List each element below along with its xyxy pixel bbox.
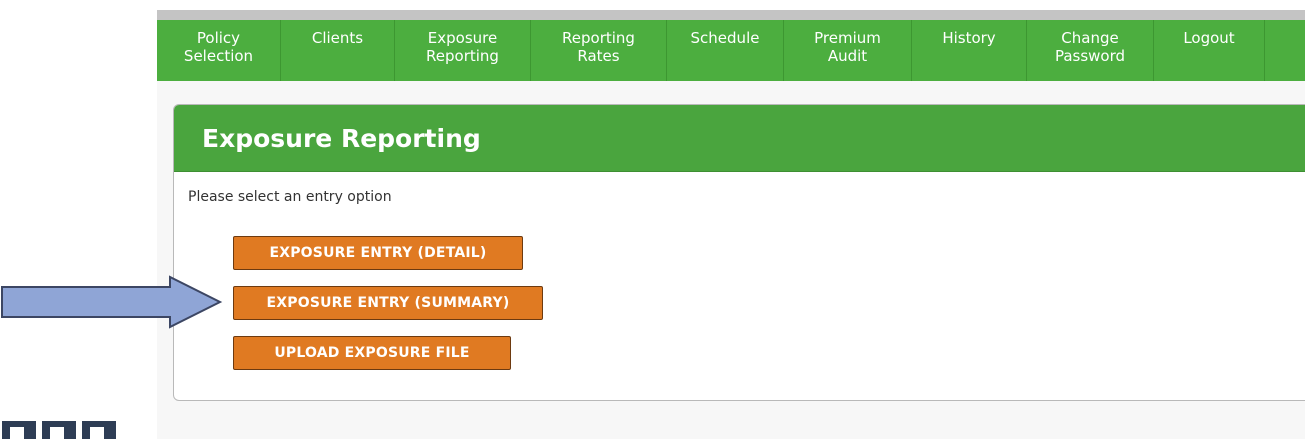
logo-fragment xyxy=(0,415,140,439)
nav-item-schedule[interactable]: Schedule xyxy=(667,20,784,81)
page-title: Exposure Reporting xyxy=(202,123,481,153)
nav-item-clients[interactable]: Clients xyxy=(281,20,395,81)
upload-exposure-file-button[interactable]: UPLOAD EXPOSURE FILE xyxy=(233,336,511,370)
exposure-entry-summary-button[interactable]: EXPOSURE ENTRY (SUMMARY) xyxy=(233,286,543,320)
nav-item-change-password[interactable]: Change Password xyxy=(1027,20,1154,81)
right-arrow-icon xyxy=(1,275,223,329)
exposure-entry-detail-button[interactable]: EXPOSURE ENTRY (DETAIL) xyxy=(233,236,523,270)
nav-item-logout[interactable]: Logout xyxy=(1154,20,1265,81)
nav-item-history[interactable]: History xyxy=(912,20,1027,81)
top-gray-bar xyxy=(157,10,1305,20)
nav-item-policy-selection[interactable]: Policy Selection xyxy=(157,20,281,81)
app-window: Policy Selection Clients Exposure Report… xyxy=(157,20,1305,439)
exposure-reporting-panel: Exposure Reporting Please select an entr… xyxy=(173,104,1305,401)
main-nav: Policy Selection Clients Exposure Report… xyxy=(157,20,1305,81)
nav-item-reporting-rates[interactable]: Reporting Rates xyxy=(531,20,667,81)
nav-item-premium-audit[interactable]: Premium Audit xyxy=(784,20,912,81)
panel-header: Exposure Reporting xyxy=(174,105,1305,172)
nav-item-exposure-reporting[interactable]: Exposure Reporting xyxy=(395,20,531,81)
entry-instruction: Please select an entry option xyxy=(188,189,392,205)
